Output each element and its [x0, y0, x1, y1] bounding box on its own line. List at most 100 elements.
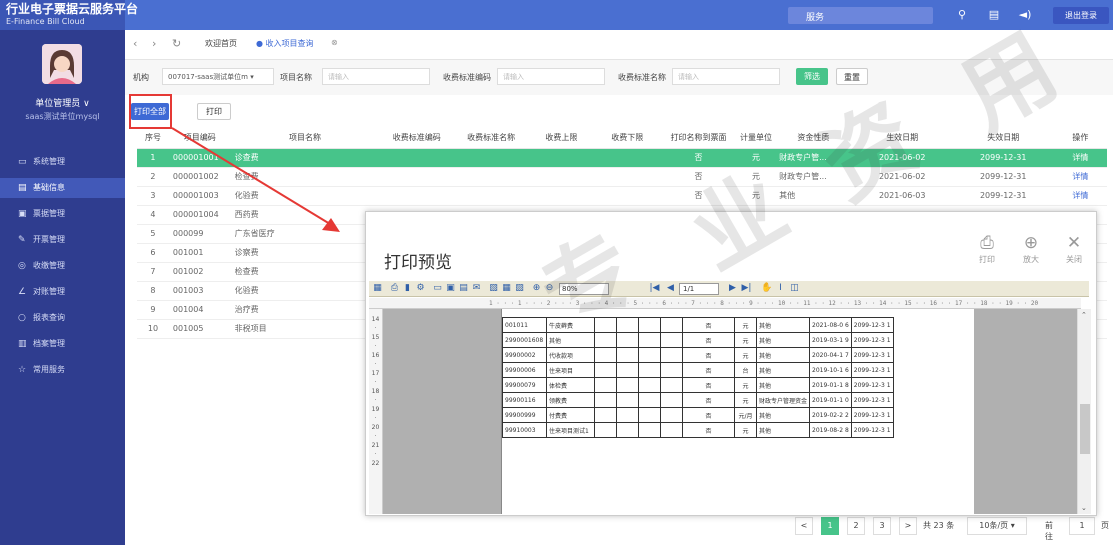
- book-icon[interactable]: ▮: [402, 283, 413, 294]
- menu-report[interactable]: ○ 报表查询: [0, 308, 125, 328]
- scroll-down-icon[interactable]: ⌄: [1081, 504, 1087, 512]
- service-button[interactable]: 服务: [788, 7, 933, 24]
- image-icon[interactable]: ▣: [445, 283, 456, 294]
- table-cell: 000001004: [168, 205, 231, 225]
- table-row[interactable]: 3 000001003 化验费 否元其他 2021-06-03 2099-12-31 详情: [137, 186, 1107, 206]
- settings-icon[interactable]: ⚙: [415, 283, 426, 294]
- preview-cell: [638, 332, 661, 348]
- forward-icon[interactable]: ›: [152, 37, 156, 50]
- layout-icon[interactable]: ▦: [372, 283, 383, 294]
- calendar-icon[interactable]: ▤: [986, 7, 1002, 23]
- page-input[interactable]: 1/1: [679, 283, 719, 295]
- scroll-thumb[interactable]: [1080, 404, 1090, 454]
- collection-icon: ◎: [18, 261, 26, 271]
- preview-cell: 2099-12-3 1: [850, 407, 894, 423]
- menu-label: 基础信息: [33, 183, 65, 192]
- preview-scrollbar[interactable]: ⌃ ⌄: [1077, 309, 1091, 514]
- detail-link[interactable]: 详情: [1053, 167, 1107, 187]
- back-icon[interactable]: ‹: [133, 37, 137, 50]
- detail-link[interactable]: 详情: [1053, 186, 1107, 206]
- app-subtitle: E-Finance Bill Cloud: [6, 17, 85, 26]
- first-page-icon[interactable]: |◀: [649, 283, 660, 294]
- col-header: 收费标准编码: [379, 128, 454, 149]
- pdf-icon[interactable]: ▤: [458, 283, 469, 294]
- preview-cell: 99900079: [502, 377, 547, 393]
- page-button[interactable]: 2: [847, 517, 865, 535]
- reset-button[interactable]: 重置: [836, 68, 868, 85]
- preview-cell: 住来项目: [546, 362, 595, 378]
- hand-icon[interactable]: ✋: [761, 283, 772, 294]
- prev-page-button[interactable]: <: [795, 517, 813, 535]
- preview-table: 001011 牛皮藓费否元其他 2021-08-0 6 2099-12-3 1 2990…: [502, 317, 894, 438]
- zoom-in-icon[interactable]: ⊕: [531, 283, 542, 294]
- menu-invoice[interactable]: ✎ 开票管理: [0, 230, 125, 250]
- menu-basic-info[interactable]: ▤ 基础信息: [0, 178, 125, 198]
- prev-page-icon[interactable]: ◀: [665, 283, 676, 294]
- table-cell: [594, 186, 661, 206]
- search-icon: ○: [18, 313, 26, 323]
- table-cell: 2099-12-31: [952, 148, 1054, 168]
- mail-icon[interactable]: ✉: [471, 283, 482, 294]
- tab-income-items[interactable]: ● 收入项目查询: [256, 38, 314, 49]
- name-input[interactable]: 请输入: [322, 68, 430, 85]
- scroll-up-icon[interactable]: ⌃: [1081, 311, 1087, 319]
- copy-icon[interactable]: ◫: [789, 283, 800, 294]
- table-row[interactable]: 1 000001001 诊查费 否元财政专户管... 2021-06-02 2099-12…: [137, 148, 1107, 168]
- page-size-select[interactable]: 10条/页 ▾: [967, 517, 1027, 535]
- table-header: 序号 项目编码 项目名称 收费标准编码 收费标准名称 收费上限 收费下限 打印名…: [137, 128, 1107, 149]
- tab-home[interactable]: 欢迎首页: [205, 38, 237, 49]
- logout-button[interactable]: 退出登录: [1053, 7, 1109, 24]
- menu-bill[interactable]: ▣ 票据管理: [0, 204, 125, 224]
- org-select[interactable]: 007017-saas测试单位m ▾: [162, 68, 274, 85]
- chevron-down-icon: ▾: [1010, 521, 1015, 530]
- print-action[interactable]: ⎙ 打印: [972, 232, 1002, 265]
- refresh-icon[interactable]: ↻: [172, 37, 181, 50]
- user-name[interactable]: 单位管理员 ∨: [0, 96, 125, 109]
- search-button[interactable]: 筛选: [796, 68, 828, 85]
- preview-cell: 否: [682, 407, 735, 423]
- name-label: 项目名称: [280, 73, 312, 82]
- preview-cell: [638, 362, 661, 378]
- code-input[interactable]: 请输入: [497, 68, 605, 85]
- goto-input[interactable]: 1: [1069, 517, 1095, 535]
- menu-collection[interactable]: ◎ 收缴管理: [0, 256, 125, 276]
- preview-cell: 元: [734, 347, 757, 363]
- close-tab-icon[interactable]: ⊗: [331, 38, 338, 47]
- table-cell: 2021-06-03: [851, 186, 953, 206]
- table-cell: [528, 186, 595, 206]
- preview-cell: 其他: [755, 422, 811, 438]
- chart-icon[interactable]: ▨: [514, 283, 525, 294]
- page-setup-icon[interactable]: ▧: [488, 283, 499, 294]
- menu-label: 票据管理: [33, 209, 65, 218]
- detail-link[interactable]: 详情: [1053, 148, 1107, 168]
- print-button[interactable]: 打印: [197, 103, 231, 120]
- next-page-icon[interactable]: ▶: [727, 283, 738, 294]
- zoom-action[interactable]: ⊕ 放大: [1016, 232, 1046, 265]
- grid-icon[interactable]: ▦: [501, 283, 512, 294]
- page-button[interactable]: 3: [873, 517, 891, 535]
- menu-favorites[interactable]: ☆ 常用服务: [0, 360, 125, 380]
- page-button[interactable]: 1: [821, 517, 839, 535]
- table-cell: 3: [137, 186, 169, 206]
- menu-reconcile[interactable]: ∠ 对账管理: [0, 282, 125, 302]
- close-action[interactable]: ✕ 关闭: [1059, 232, 1089, 265]
- zoom-out-icon[interactable]: ⊖: [544, 283, 555, 294]
- ruler-mark: 19: [371, 406, 380, 413]
- speaker-icon[interactable]: ◄): [1017, 7, 1033, 23]
- printer-icon[interactable]: ⎙: [389, 283, 400, 294]
- last-page-icon[interactable]: ▶|: [741, 283, 752, 294]
- export-icon[interactable]: ▭: [432, 283, 443, 294]
- table-cell: 2021-06-02: [851, 148, 953, 168]
- text-cursor-icon[interactable]: I: [775, 283, 786, 294]
- table-row[interactable]: 2 000001002 检查费 否元财政专户管... 2021-06-02 2099-12…: [137, 167, 1107, 187]
- std-name-input[interactable]: 请输入: [672, 68, 780, 85]
- col-header: 项目编码: [168, 128, 231, 149]
- next-page-button[interactable]: >: [899, 517, 917, 535]
- filter-bar: 机构 007017-saas测试单位m ▾ 项目名称 请输入 收费标准编码 请输…: [125, 60, 1113, 95]
- search-icon[interactable]: ⚲: [954, 7, 970, 23]
- menu-archive[interactable]: ▥ 档案管理: [0, 334, 125, 354]
- archive-icon: ▥: [18, 339, 27, 349]
- table-cell: 001004: [168, 300, 231, 320]
- zoom-select[interactable]: 80%: [559, 283, 609, 295]
- menu-system[interactable]: ▭ 系统管理: [0, 152, 125, 172]
